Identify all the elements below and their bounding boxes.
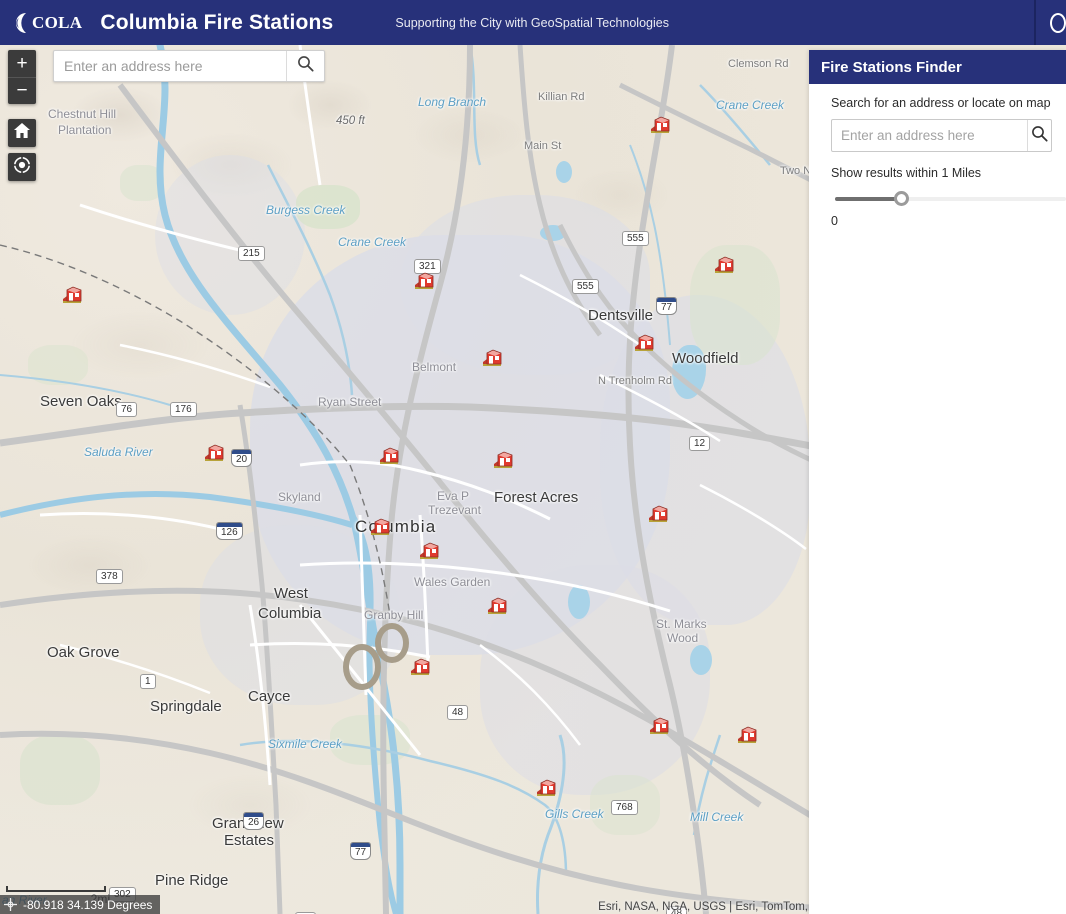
fire-station-marker[interactable] xyxy=(492,448,514,468)
home-button[interactable] xyxy=(8,119,36,147)
route-shield: 26 xyxy=(243,812,265,830)
fire-station-marker[interactable] xyxy=(418,539,440,559)
coordinate-readout[interactable]: -80.918 34.139 Degrees xyxy=(0,895,161,914)
route-shield: 12 xyxy=(689,436,711,451)
crosshair-icon xyxy=(4,898,17,911)
fire-station-marker[interactable] xyxy=(649,113,671,133)
map-search-input[interactable] xyxy=(54,51,286,81)
fire-station-marker[interactable] xyxy=(713,253,735,273)
home-icon xyxy=(14,123,30,143)
app-title: Columbia Fire Stations xyxy=(100,10,334,34)
route-shield: 215 xyxy=(238,246,265,261)
route-shield: 48 xyxy=(447,705,469,720)
radius-slider[interactable] xyxy=(831,188,1066,210)
app-header: COLA Columbia Fire Stations Supporting t… xyxy=(0,0,1066,45)
panel-search-prompt: Search for an address or locate on map xyxy=(831,96,1051,110)
panel-search-input[interactable] xyxy=(832,120,1027,151)
fire-station-marker[interactable] xyxy=(409,655,431,675)
map-attribution: Esri, NASA, NGA, USGS | Esri, TomTom, xyxy=(598,901,808,913)
cola-crescent-logo-icon xyxy=(10,12,31,34)
locate-icon xyxy=(13,155,31,179)
route-shield: 555 xyxy=(622,231,649,246)
fire-stations-app: COLA Columbia Fire Stations Supporting t… xyxy=(0,0,1066,914)
app-logo[interactable]: COLA xyxy=(10,12,82,34)
fire-station-marker[interactable] xyxy=(633,331,655,351)
fire-station-marker[interactable] xyxy=(481,346,503,366)
route-shield: 378 xyxy=(96,569,123,584)
route-shield: 126 xyxy=(216,522,243,540)
route-shield: 555 xyxy=(572,279,599,294)
locate-button[interactable] xyxy=(8,153,36,181)
fire-station-marker[interactable] xyxy=(378,444,400,464)
map-scale-bar: 2mi xyxy=(6,886,110,906)
app-subtitle: Supporting the City with GeoSpatial Tech… xyxy=(395,15,669,30)
fire-station-marker[interactable] xyxy=(535,776,557,796)
zoom-in-button[interactable]: + xyxy=(8,50,36,77)
fire-station-marker[interactable] xyxy=(736,723,758,743)
header-right-group xyxy=(1034,0,1066,45)
route-shield: 176 xyxy=(170,402,197,417)
route-shield: 1 xyxy=(140,674,156,689)
panel-search-box[interactable] xyxy=(831,119,1052,152)
logo-text: COLA xyxy=(32,12,83,32)
coordinate-text: -80.918 34.139 Degrees xyxy=(23,897,153,912)
panel-search-button[interactable] xyxy=(1027,120,1051,151)
fire-station-marker[interactable] xyxy=(648,714,670,734)
fire-station-marker[interactable] xyxy=(413,269,435,289)
zoom-controls: + − xyxy=(8,50,36,104)
search-icon xyxy=(297,55,314,77)
fire-station-marker[interactable] xyxy=(486,594,508,614)
fire-station-marker[interactable] xyxy=(203,441,225,461)
route-shield: 20 xyxy=(231,449,253,467)
route-shield: 76 xyxy=(116,402,138,417)
route-shield: 768 xyxy=(611,800,638,815)
fire-station-marker[interactable] xyxy=(61,283,83,303)
route-shield: 77 xyxy=(350,842,372,860)
slider-min-label: 0 xyxy=(831,214,838,228)
panel-title: Fire Stations Finder xyxy=(809,50,1066,84)
fire-station-marker[interactable] xyxy=(369,515,391,535)
map-search-button[interactable] xyxy=(286,51,324,81)
header-info-button[interactable] xyxy=(1036,0,1066,45)
radius-slider-label: Show results within 1 Miles xyxy=(831,166,982,180)
route-shield: 77 xyxy=(656,297,678,315)
search-icon xyxy=(1031,125,1048,147)
slider-fill xyxy=(835,197,901,201)
circle-info-icon xyxy=(1050,12,1066,33)
slider-handle[interactable] xyxy=(893,191,909,206)
fire-stations-finder-panel: Fire Stations Finder Search for an addre… xyxy=(809,50,1066,914)
panel-body: Search for an address or locate on map S… xyxy=(809,84,1066,228)
fire-station-marker[interactable] xyxy=(647,502,669,522)
zoom-out-button[interactable]: − xyxy=(8,77,36,104)
map-search-box[interactable] xyxy=(53,50,325,82)
